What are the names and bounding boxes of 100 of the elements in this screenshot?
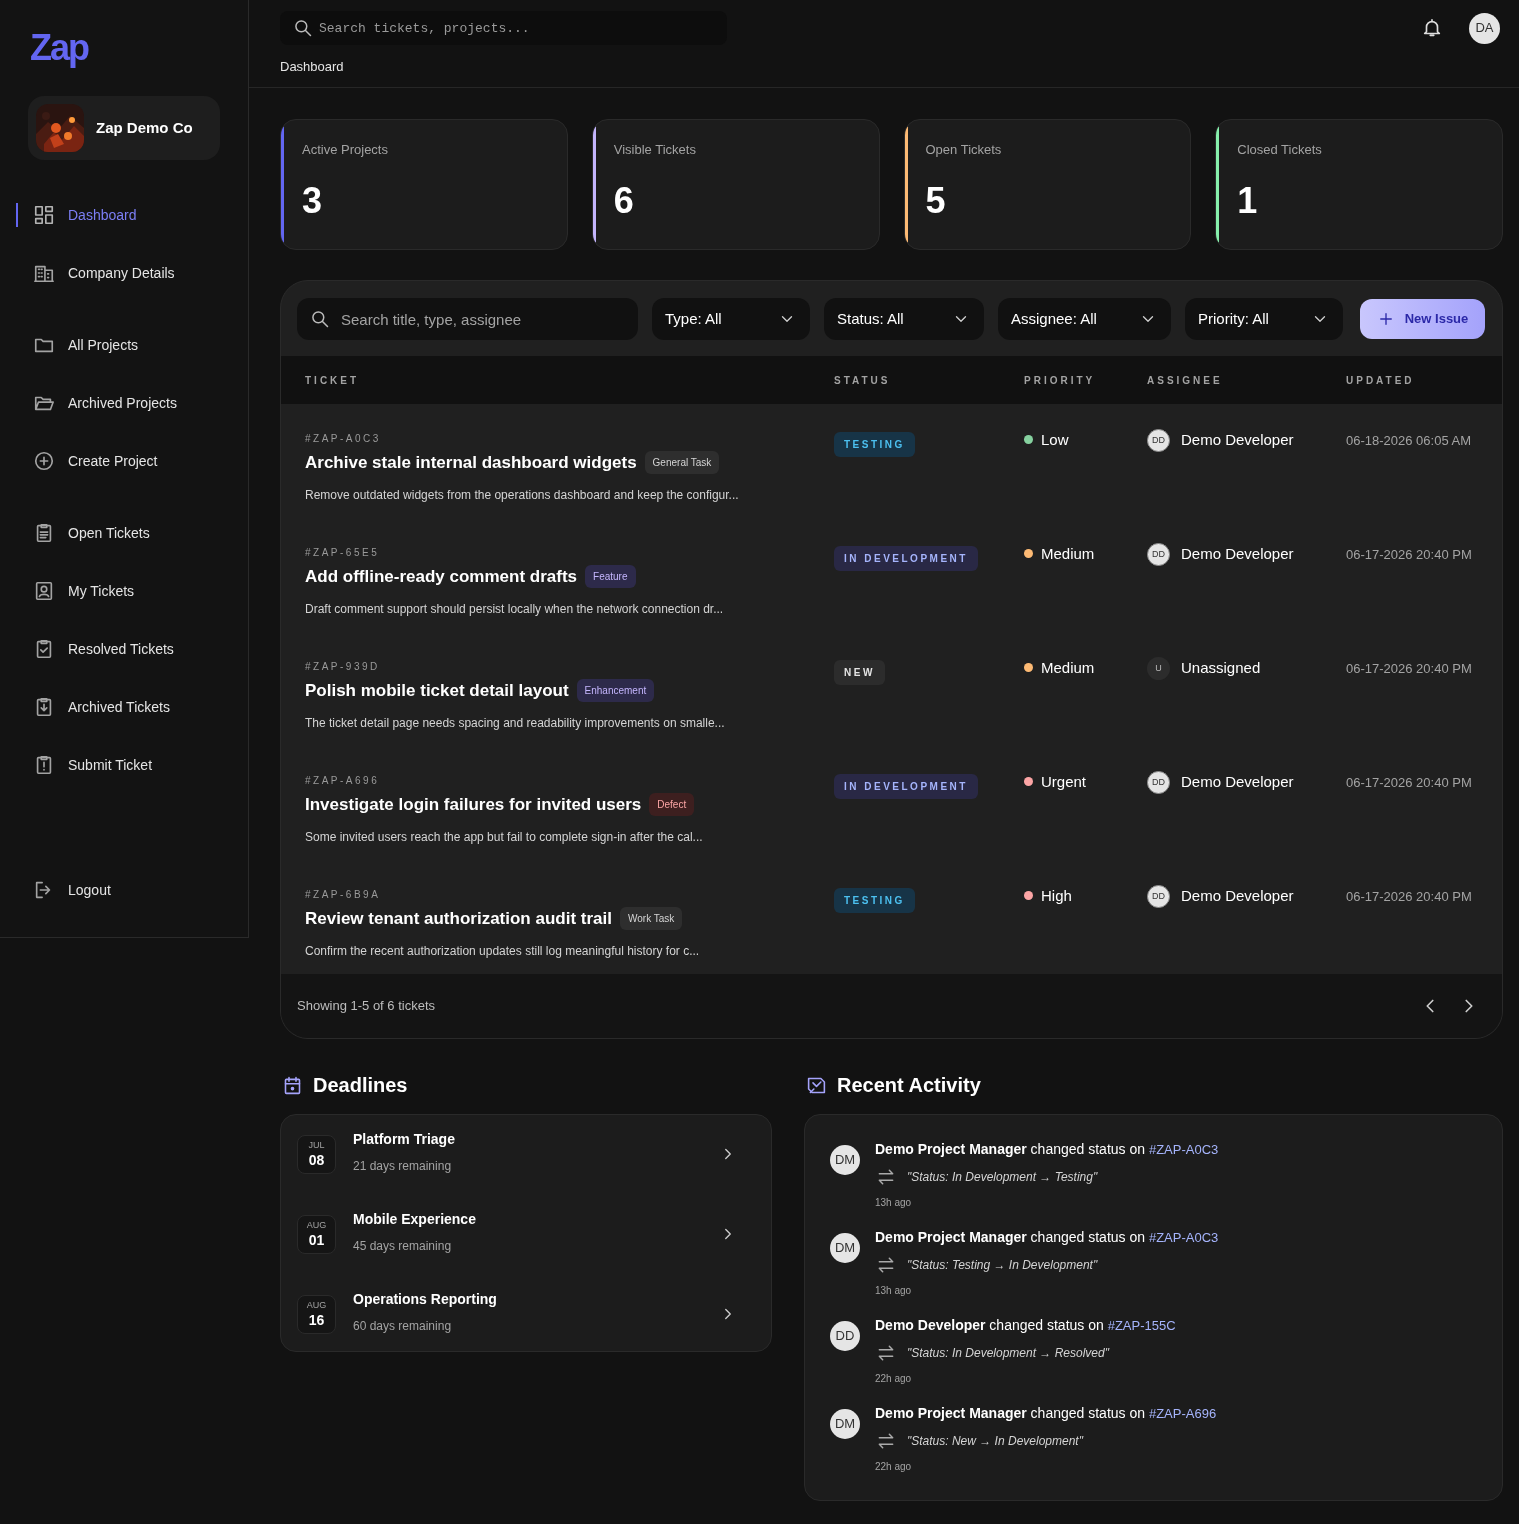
filter-dropdown[interactable]: Status: All	[824, 298, 984, 340]
assignee-name: Demo Developer	[1181, 430, 1294, 450]
assignee-name: Demo Developer	[1181, 544, 1294, 564]
ticket-id: #ZAP-A696	[305, 774, 380, 788]
assignee-avatar: DD	[1147, 543, 1170, 566]
status-badge: IN DEVELOPMENT	[834, 546, 978, 571]
date-day: 08	[308, 1153, 325, 1167]
assignee-name: Demo Developer	[1181, 886, 1294, 906]
filter-dropdown[interactable]: Priority: All	[1185, 298, 1343, 340]
nav-item[interactable]: My Tickets	[33, 580, 135, 602]
ticket-description: Remove outdated widgets from the operations dashboard and keep the configur...	[305, 486, 739, 504]
nav-item[interactable]: Open Tickets	[33, 522, 150, 544]
filter-dropdown[interactable]: Assignee: All	[998, 298, 1171, 340]
assignee-avatar: DD	[1147, 429, 1170, 452]
stat-label: Open Tickets	[925, 141, 1002, 159]
stat-label: Active Projects	[302, 141, 388, 159]
ticket-description: The ticket detail page needs spacing and readability improvements on smalle...	[305, 714, 725, 732]
status-badge: IN DEVELOPMENT	[834, 774, 978, 799]
section-title: Deadlines	[313, 1073, 408, 1098]
filter-dropdown[interactable]: Type: All	[652, 298, 810, 340]
nav-item[interactable]: Company Details	[33, 262, 175, 284]
priority-label: Urgent	[1041, 772, 1087, 792]
ticket-id: #ZAP-A0C3	[305, 432, 381, 446]
stat-value: 3	[302, 182, 323, 219]
type-tag: General Task	[644, 451, 720, 475]
change-description: "Status: New → In Development"	[907, 1433, 1083, 1450]
updated-date: 06-18-2026 06:05 AM	[1346, 432, 1472, 450]
activity-text: Demo Project Manager changed status on #ZAP-A0C3	[875, 1140, 1219, 1159]
activity-time: 13h ago	[875, 1284, 912, 1298]
ticket-link[interactable]: #ZAP-A0C3	[1148, 1142, 1219, 1157]
column-header: TICKET	[305, 373, 360, 388]
activity-time: 22h ago	[875, 1372, 912, 1386]
ticket-link[interactable]: #ZAP-155C	[1107, 1318, 1176, 1333]
priority-label: Medium	[1041, 658, 1095, 678]
project-name[interactable]: Platform Triage	[353, 1129, 455, 1150]
user-avatar: DM	[830, 1233, 860, 1263]
status-badge: TESTING	[834, 432, 915, 457]
stat-label: Closed Tickets	[1237, 141, 1322, 159]
change-description: "Status: In Development → Resolved"	[907, 1345, 1109, 1362]
company-card[interactable]: Zap Demo Co	[28, 96, 220, 160]
section-title: Recent Activity	[837, 1073, 981, 1098]
logout-link[interactable]: Logout	[33, 879, 111, 901]
column-header: STATUS	[834, 373, 891, 388]
nav-item[interactable]: Resolved Tickets	[33, 638, 174, 660]
stat-label: Visible Tickets	[613, 141, 696, 159]
id-badge-icon	[33, 580, 55, 602]
bell-icon	[1421, 17, 1443, 39]
nav-item[interactable]: Archived Projects	[33, 392, 177, 414]
ticket-title[interactable]: Polish mobile ticket detail layout	[305, 678, 569, 704]
activity-text: Demo Project Manager changed status on #ZAP-A0C3	[875, 1228, 1219, 1247]
ticket-title[interactable]: Add offline-ready comment drafts	[305, 564, 578, 590]
date-day: 16	[308, 1313, 325, 1327]
user-avatar: DD	[830, 1321, 860, 1351]
column-header: UPDATED	[1346, 373, 1415, 388]
ticket-title[interactable]: Investigate login failures for invited users	[305, 792, 642, 818]
stat-value: 1	[1237, 182, 1258, 219]
project-name[interactable]: Mobile Experience	[353, 1209, 476, 1230]
days-remaining: 21 days remaining	[353, 1158, 452, 1175]
ticket-description: Confirm the recent authorization updates still log meaningful history for c...	[305, 942, 700, 960]
calendar-icon	[282, 1074, 303, 1096]
column-header: ASSIGNEE	[1147, 373, 1223, 388]
ticket-link[interactable]: #ZAP-A0C3	[1148, 1230, 1219, 1245]
ticket-title[interactable]: Archive stale internal dashboard widgets	[305, 450, 637, 476]
nav-item[interactable]: Create Project	[33, 450, 158, 472]
ticket-id: #ZAP-6B9A	[305, 888, 381, 902]
assignee-avatar: DD	[1147, 771, 1170, 794]
date-month: JUL	[308, 1141, 325, 1150]
user-avatar: DM	[830, 1145, 860, 1175]
activity-text: Demo Project Manager changed status on #ZAP-A696	[875, 1404, 1217, 1423]
project-name[interactable]: Operations Reporting	[353, 1289, 497, 1310]
search-icon	[293, 18, 313, 38]
ticket-title[interactable]: Review tenant authorization audit trail	[305, 906, 612, 932]
date-day: 01	[308, 1233, 325, 1247]
user-avatar: DM	[830, 1409, 860, 1439]
type-tag: Feature	[585, 565, 636, 589]
active-indicator	[16, 203, 18, 227]
nav-item[interactable]: All Projects	[33, 334, 139, 356]
nav-item[interactable]: Archived Tickets	[33, 696, 170, 718]
stat-value: 6	[613, 182, 634, 219]
stat-value: 5	[925, 182, 946, 219]
search-field[interactable]: Search title, type, assignee	[297, 298, 638, 340]
search-field[interactable]: Search tickets, projects...	[280, 11, 727, 45]
ticket-id: #ZAP-939D	[305, 660, 380, 674]
pagination-summary: Showing 1-5 of 6 tickets	[297, 997, 436, 1016]
nav-item[interactable]: Dashboard	[33, 204, 137, 226]
updated-date: 06-17-2026 20:40 PM	[1346, 660, 1472, 678]
nav-item[interactable]: Submit Ticket	[33, 754, 153, 776]
updated-date: 06-17-2026 20:40 PM	[1346, 774, 1472, 792]
dashboard-icon	[33, 204, 55, 226]
change-description: "Status: In Development → Testing"	[907, 1169, 1098, 1186]
new-issue-button[interactable]: New Issue	[1360, 299, 1485, 339]
plus-circle-icon	[33, 450, 55, 472]
type-tag: Defect	[649, 793, 695, 817]
date-month: AUG	[306, 1221, 327, 1230]
ticket-link[interactable]: #ZAP-A696	[1148, 1406, 1217, 1421]
date-month: AUG	[306, 1301, 327, 1310]
status-badge: NEW	[834, 660, 885, 685]
activity-text: Demo Developer changed status on #ZAP-155C	[875, 1316, 1176, 1335]
days-remaining: 45 days remaining	[353, 1238, 452, 1255]
user-avatar[interactable]: DA	[1469, 12, 1500, 44]
